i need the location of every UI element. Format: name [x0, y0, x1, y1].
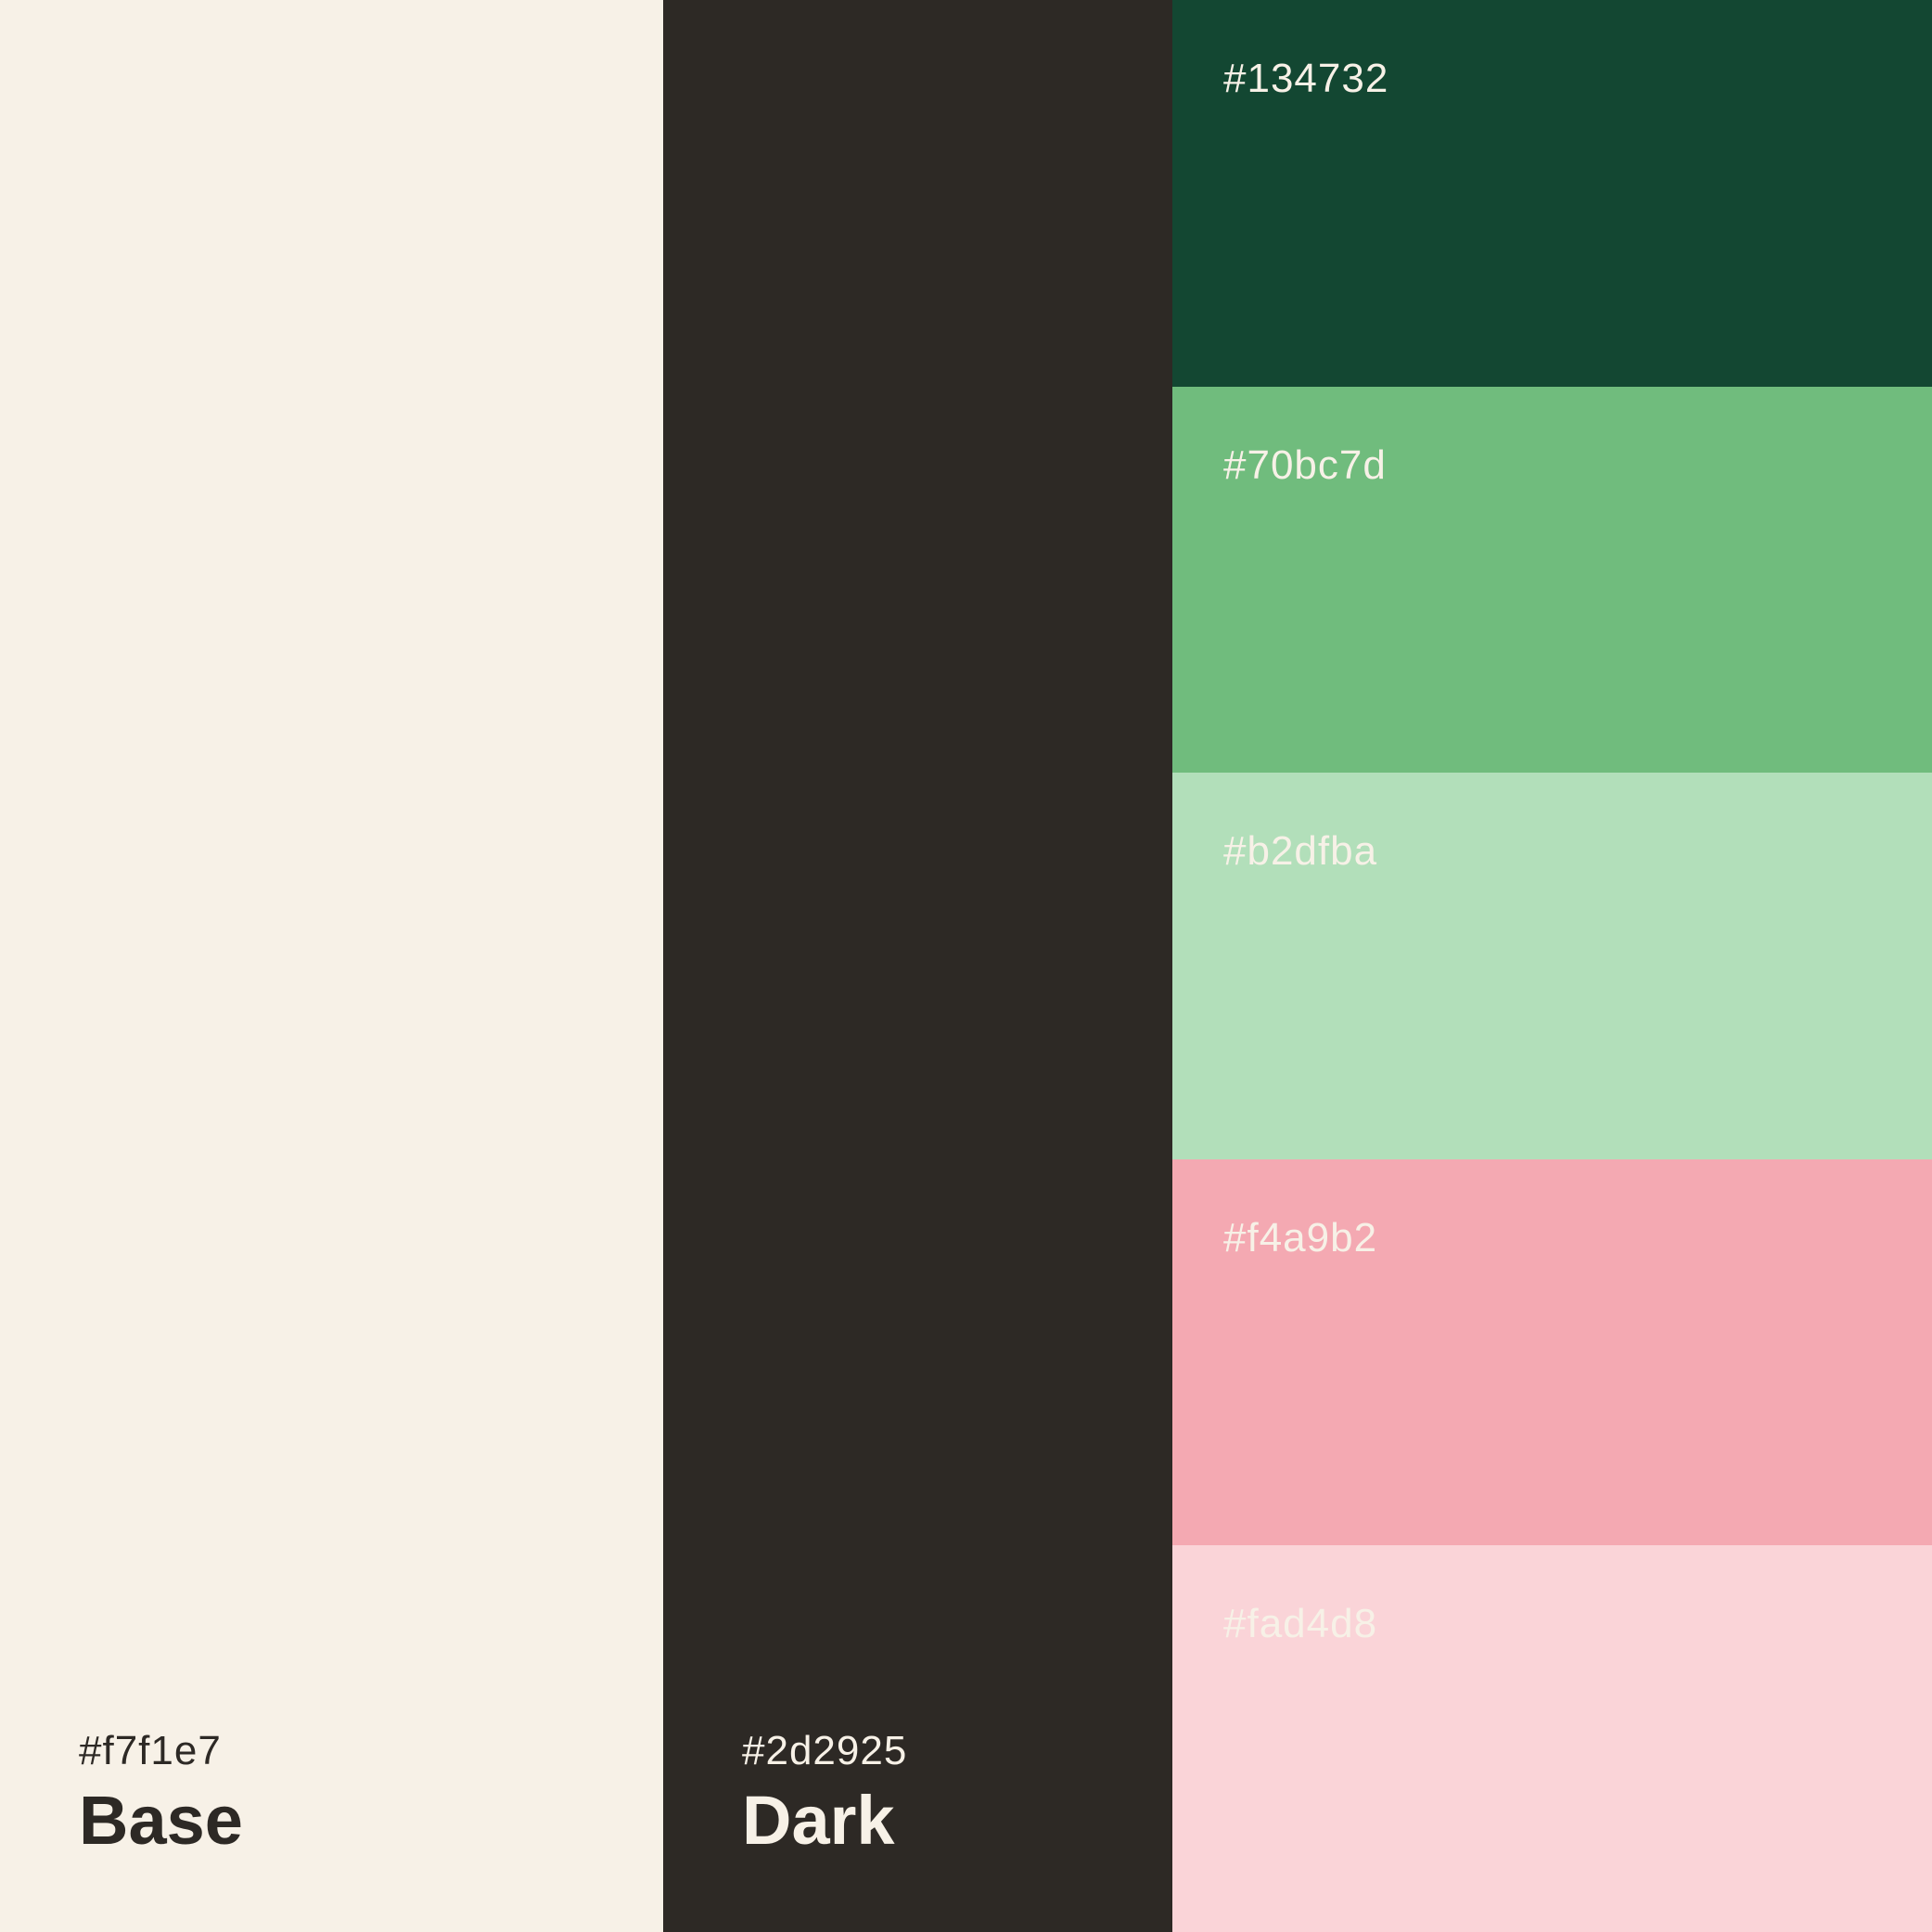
- accent-swatch-light-pink: #fad4d8: [1172, 1545, 1932, 1932]
- accent-swatch-green: #70bc7d: [1172, 386, 1932, 774]
- accent-hex-label: #70bc7d: [1223, 441, 1387, 488]
- accent-swatches: #134732 #70bc7d #b2dfba #f4a9b2 #fad4d8: [1172, 0, 1932, 1932]
- accent-swatch-light-green: #b2dfba: [1172, 773, 1932, 1159]
- accent-swatch-pink: #f4a9b2: [1172, 1158, 1932, 1546]
- base-swatch: #f7f1e7 Base: [0, 0, 663, 1932]
- dark-name-label: Dark: [742, 1782, 895, 1859]
- accent-hex-label: #f4a9b2: [1223, 1214, 1378, 1260]
- accent-hex-label: #fad4d8: [1223, 1601, 1378, 1647]
- dark-swatch: #2d2925 Dark: [663, 0, 1172, 1932]
- dark-hex-label: #2d2925: [742, 1728, 908, 1773]
- accent-hex-label: #134732: [1223, 56, 1389, 101]
- accent-hex-label: #b2dfba: [1223, 828, 1378, 875]
- base-hex-label: #f7f1e7: [79, 1728, 222, 1773]
- accent-swatch-dark-green: #134732: [1172, 0, 1932, 387]
- color-palette: #f7f1e7 Base #2d2925 Dark #134732 #70bc7…: [0, 0, 1932, 1932]
- base-name-label: Base: [79, 1782, 243, 1859]
